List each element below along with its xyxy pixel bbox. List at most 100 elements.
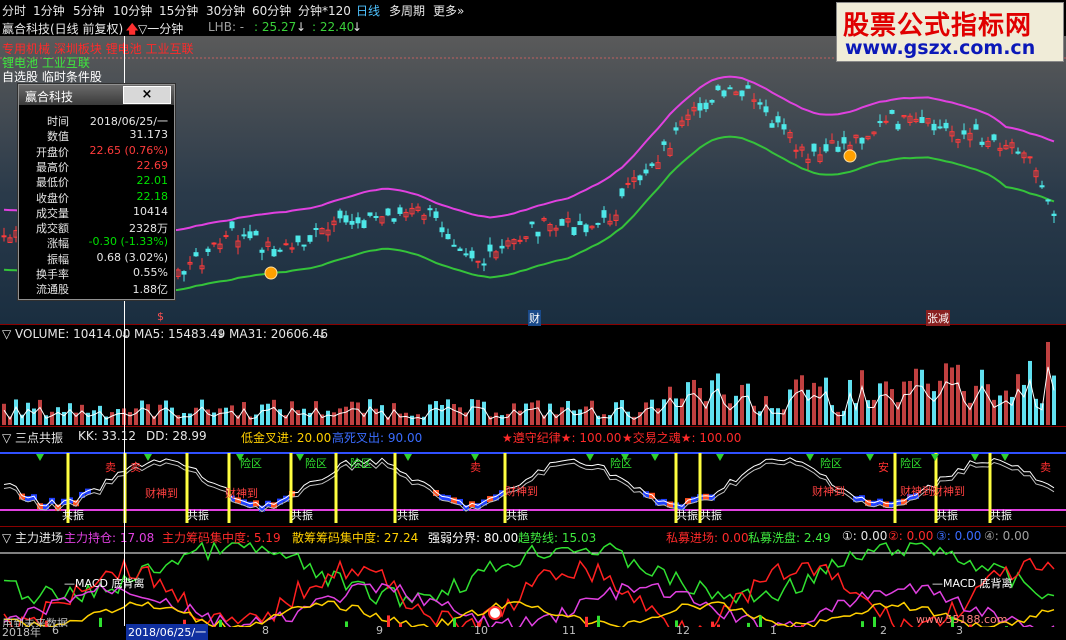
volume-bar: [560, 407, 564, 425]
down-arrow-icon: ↓: [296, 20, 307, 34]
volume-bar: [764, 396, 768, 425]
ribbon-segment: [709, 494, 715, 501]
tab-fenshi[interactable]: 分时: [2, 2, 26, 19]
volume-bar: [536, 400, 540, 425]
signal-text: 险区: [240, 456, 262, 470]
down-signal-triangle: [716, 454, 724, 461]
volume-bar: [1016, 374, 1020, 425]
volume-bar: [218, 408, 222, 425]
gaosi-value: 高死叉出: 90.00: [332, 431, 423, 445]
volume-bar: [128, 412, 132, 425]
down-arrow-icon: ↓: [317, 327, 328, 341]
signal-text: 卖: [1040, 461, 1051, 474]
tab-30min[interactable]: 30分钟: [206, 2, 245, 19]
site-logo: 股票公式指标网 www.gszx.com.cn: [836, 2, 1064, 62]
volume-bar: [494, 412, 498, 425]
volume-bar: [38, 399, 42, 425]
volume-bar: [710, 380, 714, 425]
tab-daily[interactable]: 日线: [356, 2, 380, 19]
volume-bar: [584, 406, 588, 425]
volume-bar: [80, 404, 84, 425]
tab-120min[interactable]: 分钟*120: [298, 2, 351, 19]
candle-body: [703, 102, 709, 110]
volume-bar: [416, 414, 420, 425]
quote-info-window[interactable]: 赢合科技 × 时间 2018/06/25/一 数值 31.173 开盘价 22.65 (0…: [18, 84, 175, 300]
volume-bar: [2, 403, 6, 425]
info-row-key: 涨幅: [47, 237, 69, 251]
signal-up-marker: [843, 149, 857, 163]
buy-point-marker: [488, 606, 502, 620]
candle-body: [271, 249, 277, 257]
date-label: 12: [676, 624, 690, 637]
tab-10min[interactable]: 10分钟: [113, 2, 152, 19]
candle-body: [697, 103, 703, 111]
volume-bar: [410, 415, 414, 425]
candle-body: [349, 220, 355, 225]
volume-bar: [14, 399, 18, 425]
volume-bar: [476, 399, 480, 425]
info-window-title: 赢合科技: [25, 90, 74, 104]
volume-bar: [950, 367, 954, 425]
volume-bar: [908, 380, 912, 425]
simuxipan-value: 私募洗盘: 2.49: [748, 531, 831, 545]
candle-body: [721, 90, 727, 97]
tab-60min[interactable]: 60分钟: [252, 2, 291, 19]
info-row: 最低价 22.01: [19, 174, 174, 189]
dividend-marker[interactable]: $: [157, 310, 164, 323]
signal-text: 财神到: [932, 484, 965, 498]
candle-body: [577, 221, 583, 226]
tab-15min[interactable]: 15分钟: [159, 2, 198, 19]
zhuli-jinchang-panel: ▽ 主力进场 主力持仓: 17.08 主力筹码集中度: 5.19 散筹筹码集中度…: [0, 526, 1066, 638]
volume-bar: [110, 412, 114, 425]
date-label: 6: [52, 624, 59, 637]
candle-body: [883, 120, 889, 123]
volume-bar: [182, 412, 186, 425]
info-row: 振幅 0.68 (3.02%): [19, 251, 174, 266]
candle-body: [769, 123, 775, 128]
candle-body: [715, 85, 721, 91]
ma31-label: MA31: 20606.46: [229, 327, 328, 341]
volume-bar: [926, 383, 930, 425]
tab-1min[interactable]: 1分钟: [33, 2, 65, 19]
lhb-value-1: : 25.27: [254, 20, 297, 34]
info-window-titlebar[interactable]: 赢合科技 ×: [19, 85, 174, 105]
ma5-label: MA5: 15483.49: [134, 327, 226, 341]
candle-body: [499, 245, 505, 249]
volume-bar: [44, 415, 48, 425]
volume-bar: [224, 407, 228, 425]
candle-body: [367, 212, 373, 216]
volume-bar: [842, 410, 846, 425]
finance-marker[interactable]: 财: [528, 310, 541, 326]
candle-body: [529, 221, 535, 225]
jiaoyi-value: ★交易之魂★: 100.00: [622, 431, 742, 445]
tab-5min[interactable]: 5分钟: [73, 2, 105, 19]
volume-bar: [620, 400, 624, 425]
candle-body: [253, 230, 259, 236]
trend-line: [3, 541, 1055, 608]
info-row-key: 成交额: [36, 222, 69, 236]
signal-text: 险区: [610, 456, 632, 470]
volume-bar: [644, 402, 648, 425]
info-row-key: 开盘价: [36, 145, 69, 159]
volume-bar: [1004, 390, 1008, 425]
candle-body: [835, 146, 841, 152]
candle-body: [961, 130, 967, 135]
volume-bar: [290, 401, 294, 425]
info-row-value: 31.173: [129, 128, 169, 142]
candle-body: [439, 227, 445, 233]
down-signal-triangle: [404, 454, 412, 461]
candle-body: [991, 134, 997, 141]
close-button[interactable]: ×: [123, 86, 171, 104]
candle-body: [277, 249, 283, 252]
tab-multi-period[interactable]: 多周期: [389, 2, 425, 19]
candle-body: [1045, 199, 1051, 202]
indicator-name[interactable]: ▽一分钟: [138, 20, 183, 37]
candle-body: [979, 141, 985, 145]
volume-bar: [656, 408, 660, 425]
candle-body: [1039, 185, 1045, 188]
reduce-holding-marker[interactable]: 张减: [926, 310, 950, 326]
c3-value: ③: 0.00: [936, 529, 982, 543]
date-label: 2: [880, 624, 887, 637]
volume-bar: [248, 416, 252, 425]
tab-more[interactable]: 更多»: [433, 2, 464, 19]
